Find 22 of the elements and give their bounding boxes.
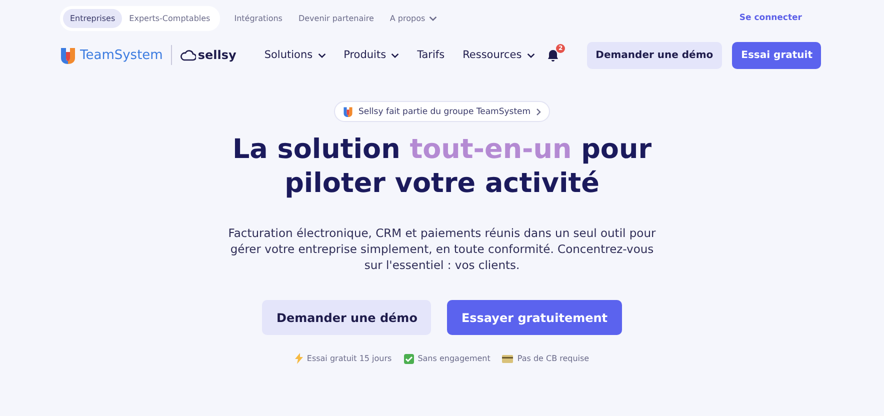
login-link[interactable]: Se connecter xyxy=(739,13,802,23)
perk-text: Pas de CB requise xyxy=(517,354,590,363)
hero-description: Facturation électronique, CRM et paiements réunis dans un seul outil pour gérer votre entreprise simplement, en toute conformité. Concentrez-vous sur l'essentiel : vos clients. xyxy=(227,225,657,273)
top-link[interactable]: Intégrations xyxy=(226,14,290,22)
nav-link[interactable]: Tarifs xyxy=(417,49,445,61)
demo-button[interactable]: Demander une démo xyxy=(262,300,432,335)
logo-text: TeamSystem xyxy=(80,48,163,62)
group-badge[interactable]: Sellsy fait partie du groupe TeamSystem xyxy=(334,101,550,122)
perk-text: Sans engagement xyxy=(418,354,490,363)
trial-button[interactable]: Essayer gratuitement xyxy=(447,300,622,335)
top-link[interactable]: A propos xyxy=(382,14,446,22)
nav-link[interactable]: Solutions xyxy=(264,49,326,61)
nav-link[interactable]: Ressources xyxy=(462,49,535,61)
perk-text: Essai gratuit 15 jours xyxy=(306,354,392,363)
nav-link[interactable]: Produits xyxy=(344,49,400,61)
demo-button[interactable]: Demander une démo xyxy=(586,42,722,68)
segment-tab[interactable]: Entreprises xyxy=(63,8,122,28)
brand-name: sellsy xyxy=(198,48,236,62)
trial-button[interactable]: Essai gratuit xyxy=(732,42,822,68)
top-link[interactable]: Devenir partenaire xyxy=(290,14,382,22)
segment-tab[interactable]: Experts-Comptables xyxy=(122,8,218,28)
headline: La solution tout-en-un pour piloter votre activité xyxy=(231,133,653,201)
